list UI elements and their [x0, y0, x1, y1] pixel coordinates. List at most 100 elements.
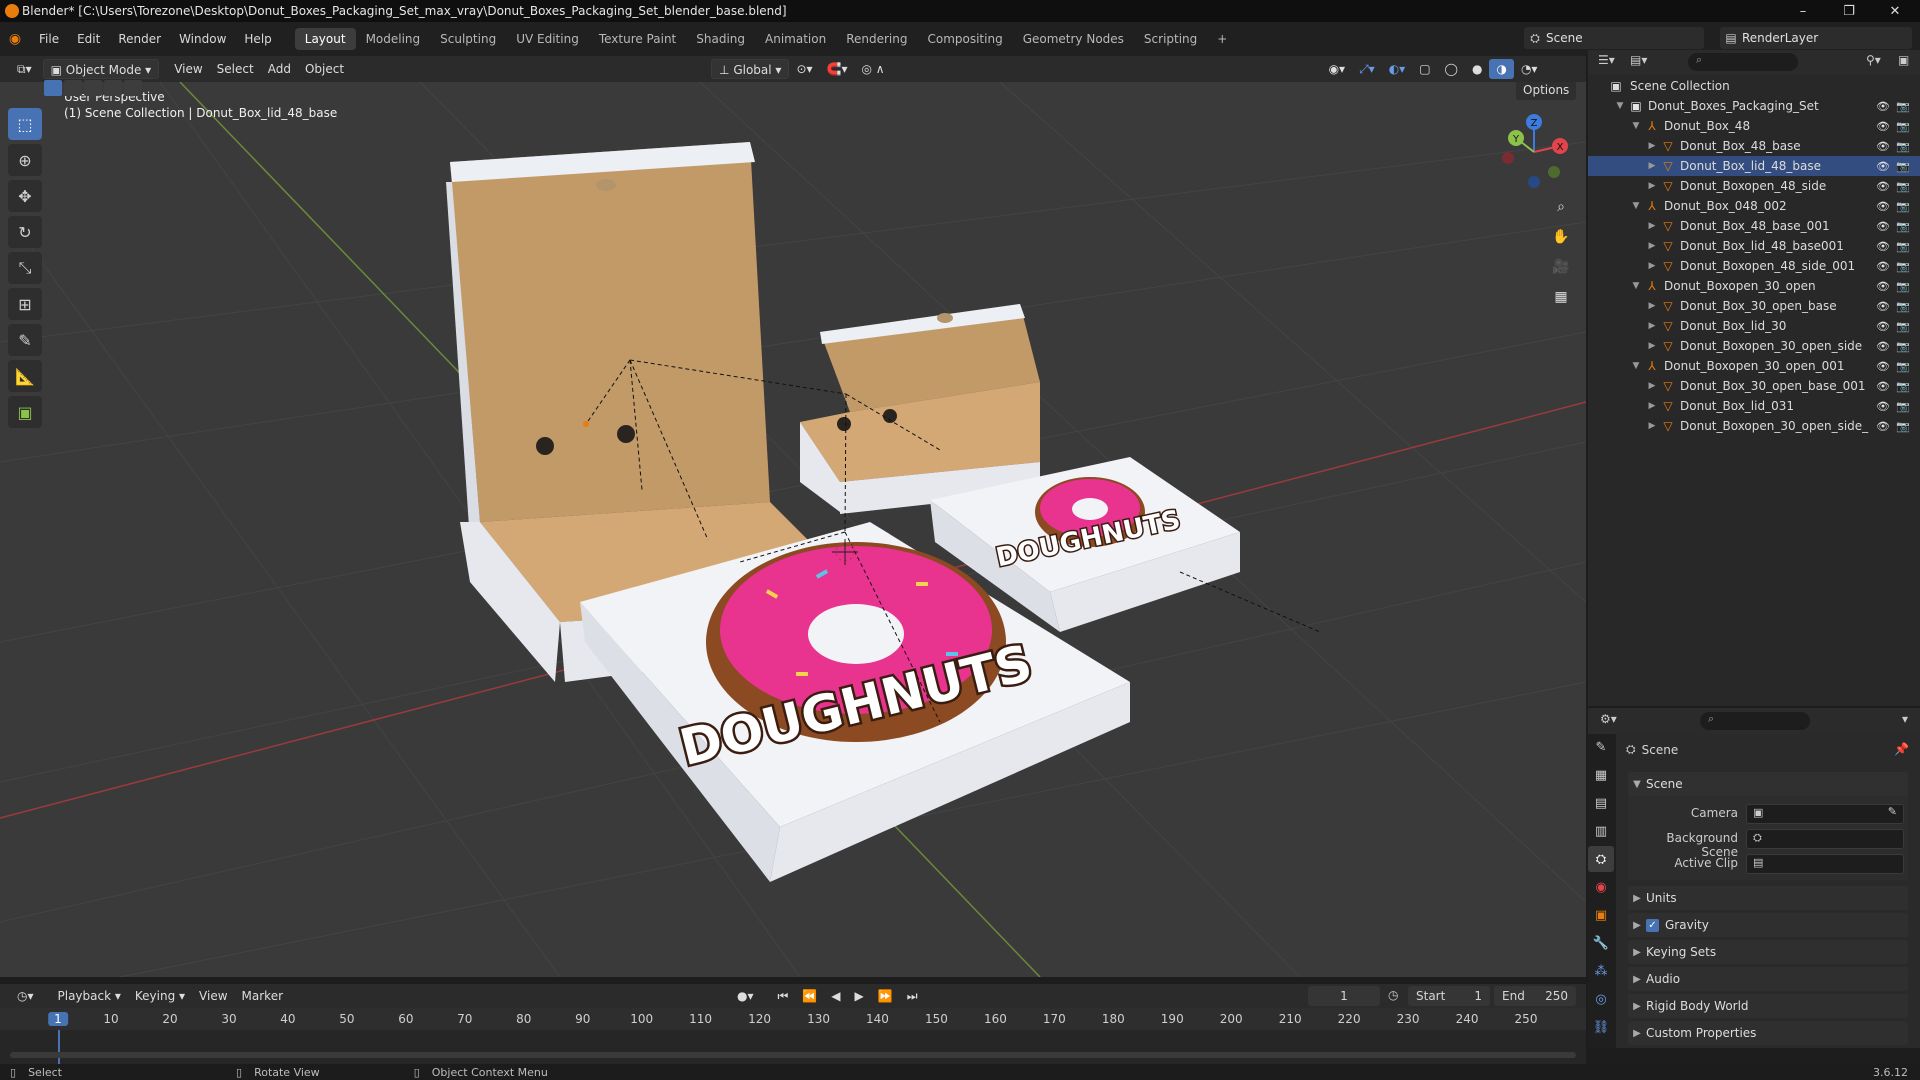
timeline[interactable]: 1 10 20 30 40 50 60 70 80 90 100 110 120 130 140 150 160… — [0, 1008, 1586, 1064]
particles-tab-icon[interactable]: ⁂ — [1588, 958, 1614, 984]
chevron-right-icon[interactable]: ▶ — [1644, 241, 1660, 251]
tab-geometry-nodes[interactable]: Geometry Nodes — [1013, 28, 1134, 50]
scene-tab-icon[interactable]: ⛭ — [1588, 846, 1614, 872]
overlay-icon[interactable]: ◐▾ — [1382, 59, 1413, 79]
outliner-item[interactable]: ▶ ▽ Donut_Box_48_base 👁 📷 — [1588, 136, 1920, 156]
camera-view-icon[interactable]: 🎥 — [1548, 254, 1574, 280]
zoom-icon[interactable]: ⌕ — [1548, 194, 1574, 220]
add-workspace-button[interactable]: + — [1207, 28, 1237, 50]
render-tab-icon[interactable]: ▦ — [1588, 762, 1614, 788]
outliner-item[interactable]: ▶ ▽ Donut_Boxopen_48_side_001 👁 📷 — [1588, 256, 1920, 276]
pan-hand-icon[interactable]: ✋ — [1548, 224, 1574, 250]
constraints-tab-icon[interactable]: ⛓ — [1588, 1014, 1614, 1040]
menu-marker[interactable]: Marker — [235, 986, 290, 1006]
annotate-tool-icon[interactable]: ✎ — [8, 324, 42, 356]
chevron-right-icon[interactable]: ▶ — [1644, 261, 1660, 271]
options-button[interactable]: Options — [1516, 82, 1577, 100]
tab-uv-editing[interactable]: UV Editing — [506, 28, 589, 50]
chevron-right-icon[interactable]: ▶ — [1644, 221, 1660, 231]
outliner-item[interactable]: ▼ ▣ Donut_Boxes_Packaging_Set 👁 📷 — [1588, 96, 1920, 116]
rigid-body-world-panel-header[interactable]: ▶ Rigid Body World — [1628, 994, 1908, 1018]
render-camera-icon[interactable]: 📷 — [1896, 360, 1910, 373]
tab-rendering[interactable]: Rendering — [836, 28, 917, 50]
jump-start-icon[interactable]: ⏮ — [771, 986, 796, 1006]
3d-viewport[interactable]: DOUGHNUTS DOUGHNUTS User Perspective (1)… — [0, 82, 1586, 977]
visibility-eye-icon[interactable]: 👁 — [1876, 260, 1890, 273]
material-shading-icon[interactable]: ◑ — [1489, 59, 1514, 79]
timeline-editor-type-icon[interactable]: ◷▾ — [10, 986, 41, 1006]
tab-animation[interactable]: Animation — [755, 28, 836, 50]
menu-select[interactable]: Select — [210, 59, 261, 79]
modifier-tab-icon[interactable]: 🔧 — [1588, 930, 1614, 956]
outliner-item[interactable]: ▶ ▽ Donut_Box_30_open_base 👁 📷 — [1588, 296, 1920, 316]
rendered-shading-icon[interactable]: ◔▾ — [1514, 59, 1545, 79]
chevron-right-icon[interactable]: ▶ — [1644, 421, 1660, 431]
outliner-editor-type-icon[interactable]: ☰▾ — [1598, 53, 1615, 67]
move-tool-icon[interactable]: ✥ — [8, 180, 42, 212]
visibility-eye-icon[interactable]: 👁 — [1876, 240, 1890, 253]
physics-tab-icon[interactable]: ◎ — [1588, 986, 1614, 1012]
visibility-eye-icon[interactable]: 👁 — [1876, 380, 1890, 393]
visibility-eye-icon[interactable]: 👁 — [1876, 360, 1890, 373]
start-frame-field[interactable]: Start 1 — [1408, 986, 1490, 1006]
outliner-item[interactable]: ▶ ▽ Donut_Box_lid_031 👁 📷 — [1588, 396, 1920, 416]
next-keyframe-icon[interactable]: ⏩ — [871, 986, 900, 1006]
render-camera-icon[interactable]: 📷 — [1896, 200, 1910, 213]
wireframe-shading-icon[interactable]: ◯ — [1438, 59, 1465, 79]
outliner-item[interactable]: ▼ ⅄ Donut_Boxopen_30_open_001 👁 📷 — [1588, 356, 1920, 376]
menu-view[interactable]: View — [167, 59, 209, 79]
properties-editor-type-icon[interactable]: ⚙▾ — [1600, 712, 1617, 726]
properties-options-icon[interactable]: ▾ — [1902, 712, 1908, 726]
transform-orientation-dropdown[interactable]: ⊥ Global ▾ — [711, 59, 790, 79]
render-camera-icon[interactable]: 📷 — [1896, 220, 1910, 233]
render-camera-icon[interactable]: 📷 — [1896, 160, 1910, 173]
render-camera-icon[interactable]: 📷 — [1896, 380, 1910, 393]
units-panel-header[interactable]: ▶ Units — [1628, 886, 1908, 910]
tab-shading[interactable]: Shading — [686, 28, 755, 50]
scale-tool-icon[interactable]: ⤡ — [8, 252, 42, 284]
close-button[interactable]: ✕ — [1872, 0, 1918, 22]
timeline-scrollbar[interactable] — [10, 1052, 1576, 1058]
menu-keying[interactable]: Keying ▾ — [128, 986, 192, 1006]
menu-help[interactable]: Help — [235, 28, 280, 50]
editor-type-button[interactable]: ⧉▾ — [10, 59, 39, 79]
chevron-right-icon[interactable]: ▶ — [1644, 161, 1660, 171]
menu-file[interactable]: File — [30, 28, 68, 50]
renderlayer-selector[interactable]: ▤ RenderLayer — [1720, 27, 1912, 49]
outliner-item[interactable]: ▼ ⅄ Donut_Boxopen_30_open 👁 📷 — [1588, 276, 1920, 296]
pin-icon[interactable]: 📌 — [1894, 742, 1909, 756]
render-camera-icon[interactable]: 📷 — [1896, 400, 1910, 413]
cursor-tool-icon[interactable]: ⊕ — [8, 144, 42, 176]
visibility-eye-icon[interactable]: 👁 — [1876, 320, 1890, 333]
outliner-item[interactable]: ▼ ⅄ Donut_Box_048_002 👁 📷 — [1588, 196, 1920, 216]
menu-window[interactable]: Window — [170, 28, 235, 50]
tab-scripting[interactable]: Scripting — [1134, 28, 1207, 50]
chevron-right-icon[interactable]: ▶ — [1644, 301, 1660, 311]
rotate-tool-icon[interactable]: ↻ — [8, 216, 42, 248]
solid-shading-icon[interactable]: ● — [1465, 59, 1489, 79]
visibility-eye-icon[interactable]: 👁 — [1876, 120, 1890, 133]
menu-render[interactable]: Render — [109, 28, 170, 50]
visibility-eye-icon[interactable]: 👁 — [1876, 280, 1890, 293]
chevron-down-icon[interactable]: ▼ — [1628, 201, 1644, 211]
add-cube-tool-icon[interactable]: ▣ — [8, 396, 42, 428]
visibility-eye-icon[interactable]: 👁 — [1876, 140, 1890, 153]
visibility-eye-icon[interactable]: 👁 — [1876, 180, 1890, 193]
playhead[interactable] — [58, 1030, 60, 1064]
render-camera-icon[interactable]: 📷 — [1896, 100, 1910, 113]
active-clip-field[interactable]: ▤ — [1746, 854, 1904, 874]
menu-add[interactable]: Add — [261, 59, 298, 79]
properties-search-input[interactable]: ⌕ — [1700, 712, 1810, 730]
gravity-panel-header[interactable]: ▶ ✓ Gravity — [1628, 913, 1908, 937]
chevron-down-icon[interactable]: ▼ — [1612, 101, 1628, 111]
outliner-item[interactable]: ▶ ▽ Donut_Boxopen_30_open_side 👁 📷 — [1588, 336, 1920, 356]
display-mode-icon[interactable]: ▤▾ — [1630, 53, 1647, 67]
outliner-item[interactable]: ▼ ⅄ Donut_Box_48 👁 📷 — [1588, 116, 1920, 136]
menu-playback[interactable]: Playback ▾ — [51, 986, 128, 1006]
outliner-item[interactable]: ▶ ▽ Donut_Box_30_open_base_001 👁 📷 — [1588, 376, 1920, 396]
measure-tool-icon[interactable]: 📐 — [8, 360, 42, 392]
tab-compositing[interactable]: Compositing — [917, 28, 1012, 50]
select-box-tool-icon[interactable]: ⬚ — [8, 108, 42, 140]
visibility-eye-icon[interactable]: 👁 — [1876, 400, 1890, 413]
menu-timeline-view[interactable]: View — [192, 986, 234, 1006]
